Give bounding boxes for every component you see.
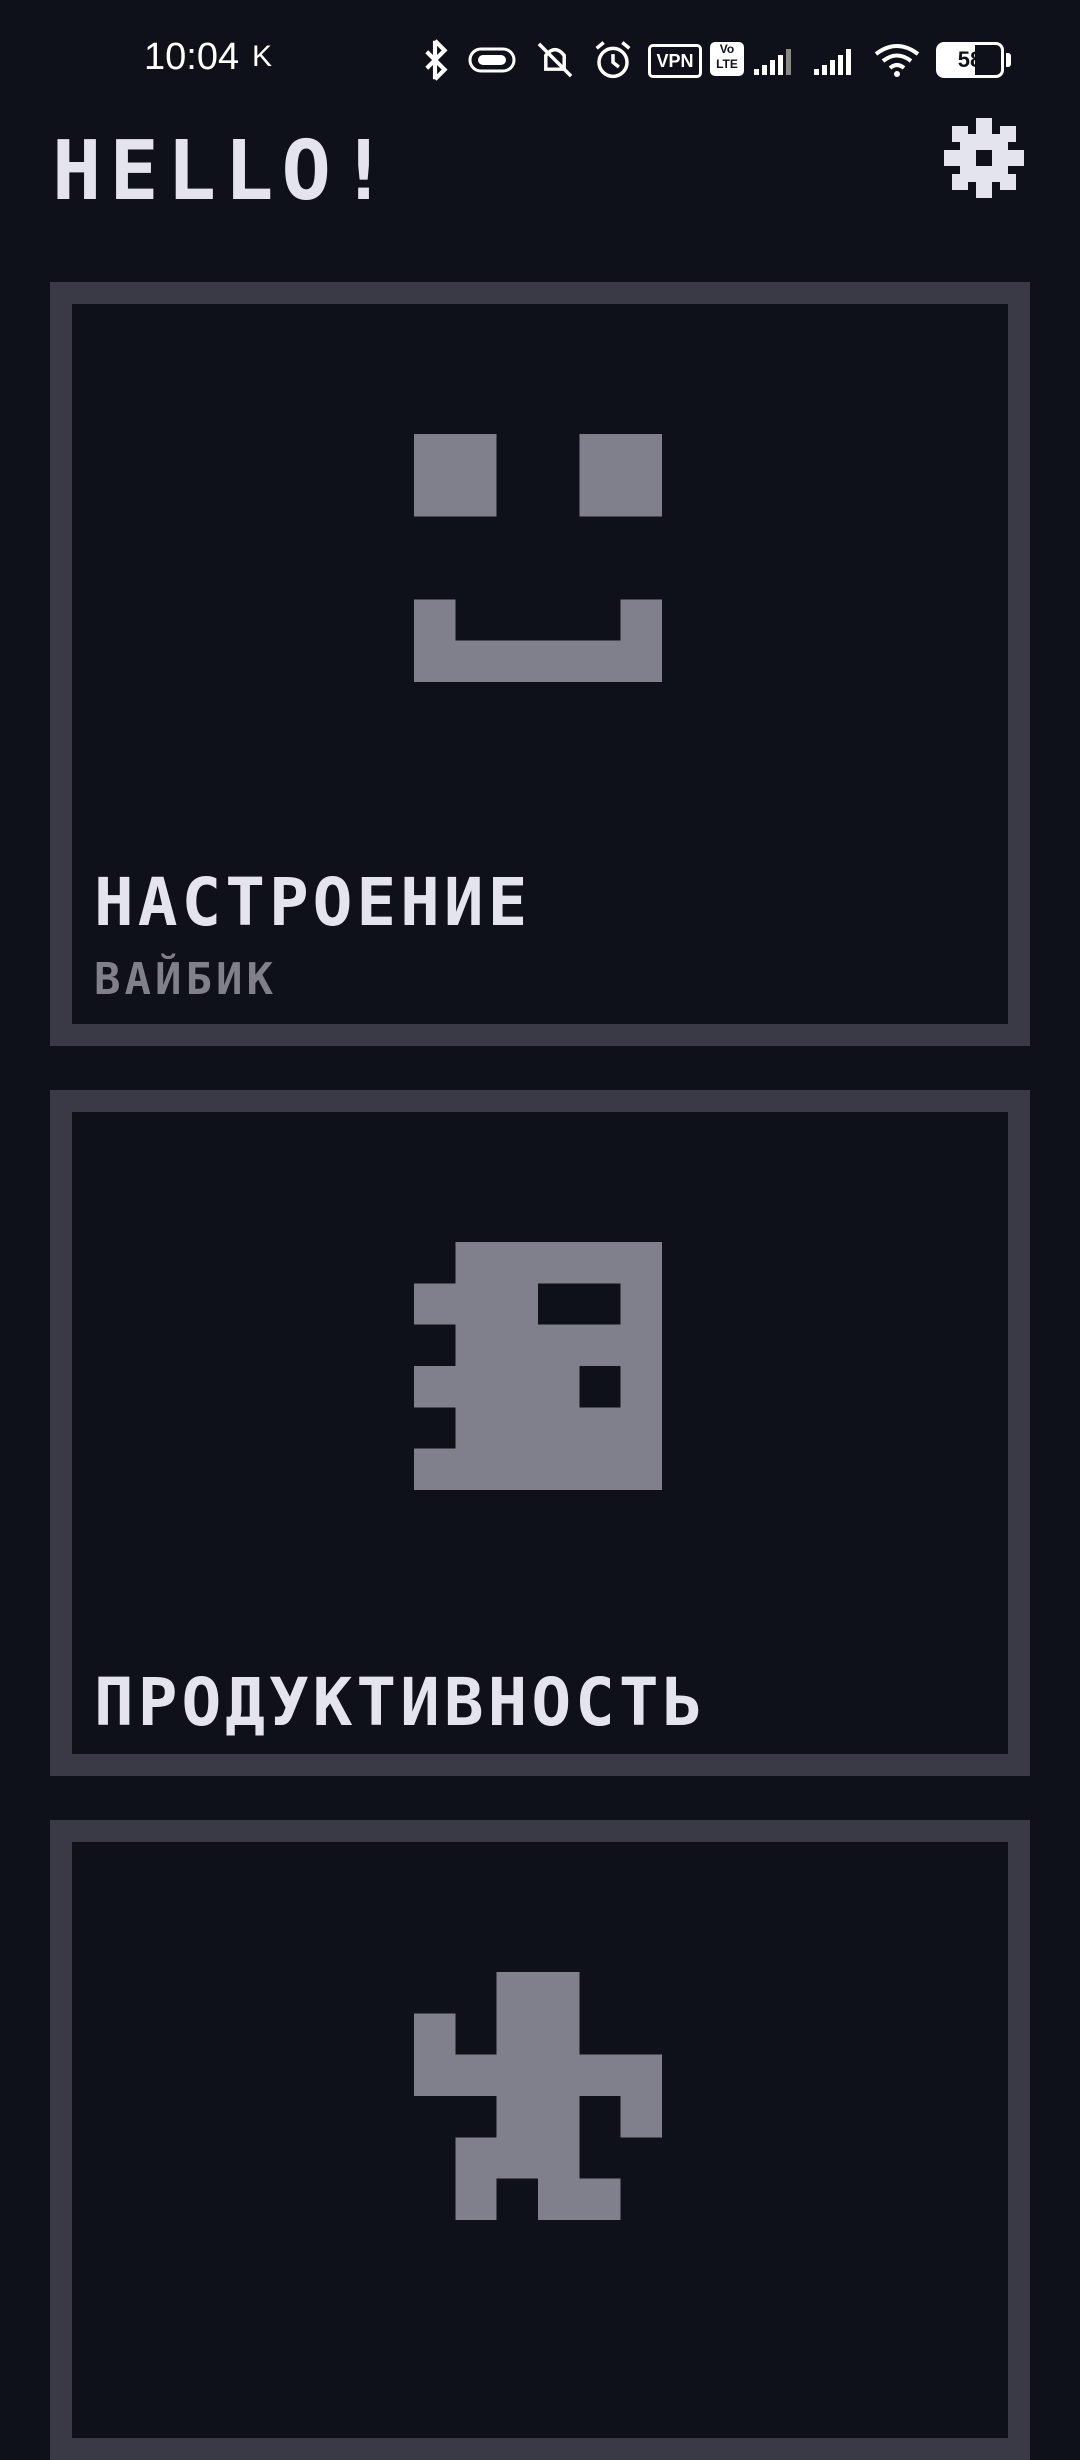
- wifi-icon: [874, 44, 920, 77]
- mood-card[interactable]: НАСТРОЕНИЕ ВАЙБИК: [50, 282, 1030, 1046]
- gear-icon[interactable]: [944, 118, 1024, 198]
- battery-saver-icon: [468, 47, 516, 73]
- signal-icon: [814, 49, 851, 75]
- status-bar: 10:04 K VPN Vo LTE 58: [0, 0, 1080, 120]
- vpn-icon: VPN: [648, 44, 702, 78]
- bluetooth-icon: [425, 39, 448, 81]
- volte-icon: Vo LTE: [710, 42, 744, 76]
- card-title: НАСТРОЕНИЕ: [94, 864, 532, 941]
- status-time: 10:04: [144, 36, 240, 78]
- smiley-face-icon: [414, 434, 662, 682]
- notebook-icon: [414, 1242, 662, 1490]
- battery-icon: 58: [936, 42, 1011, 78]
- battery-percent: 58: [957, 47, 983, 72]
- mute-icon: [537, 42, 573, 78]
- alarm-icon: [595, 41, 631, 79]
- activity-card[interactable]: [50, 1820, 1030, 2460]
- page-title: HELLO!: [52, 124, 397, 219]
- productivity-card[interactable]: ПРОДУКТИВНОСТЬ: [50, 1090, 1030, 1776]
- running-figure-icon: [414, 1972, 662, 2220]
- card-title: ПРОДУКТИВНОСТЬ: [94, 1664, 707, 1741]
- card-subtitle: ВАЙБИК: [94, 954, 277, 1005]
- signal-icon: [754, 49, 791, 75]
- network-indicator-icon: K: [252, 40, 273, 73]
